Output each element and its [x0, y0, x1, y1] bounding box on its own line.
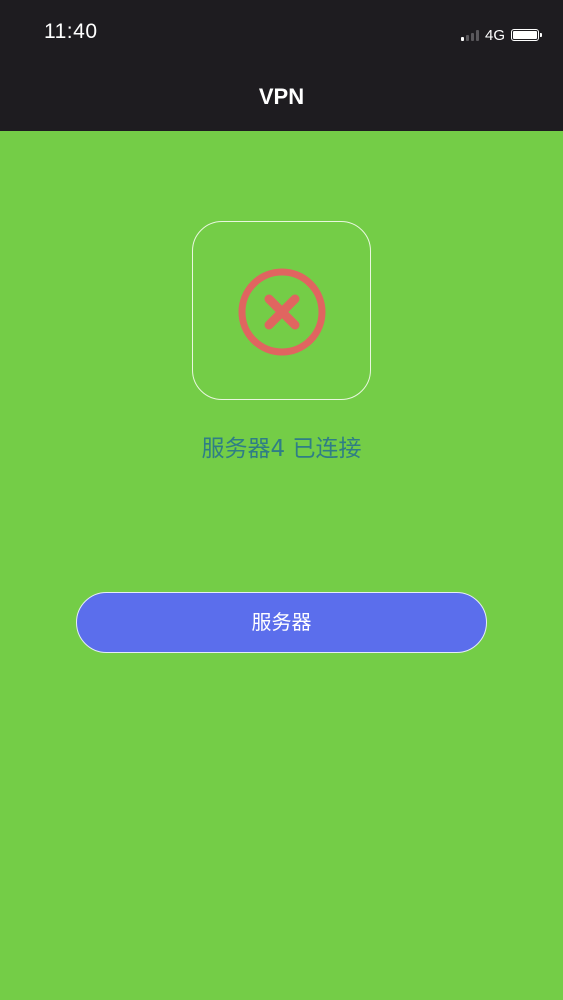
close-circle-icon: [238, 268, 326, 356]
app-screen: 11:40 4G VPN 服务器4 已连接 服务器: [0, 0, 563, 1000]
connection-status-text: 服务器4 已连接: [201, 436, 362, 462]
battery-icon: [511, 29, 542, 41]
server-button[interactable]: 服务器: [76, 592, 487, 653]
top-bar: 11:40 4G VPN: [0, 0, 563, 131]
status-time: 11:40: [44, 20, 98, 43]
status-indicators: 4G: [460, 26, 542, 44]
connection-status-box: [192, 221, 371, 400]
page-title: VPN: [258, 84, 305, 109]
signal-strength-icon: [460, 29, 479, 41]
status-bar: 11:40 4G: [0, 0, 563, 68]
network-type-label: 4G: [484, 26, 505, 44]
